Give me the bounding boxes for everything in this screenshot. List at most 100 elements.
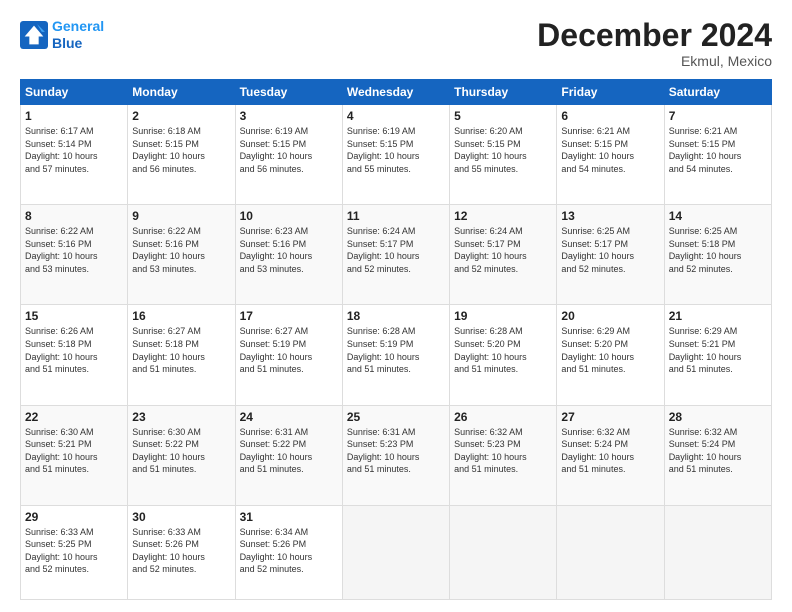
calendar-cell: 24 Sunrise: 6:31 AM Sunset: 5:22 PM Dayli…	[235, 405, 342, 505]
day-number: 4	[347, 109, 445, 123]
calendar-cell: 10 Sunrise: 6:23 AM Sunset: 5:16 PM Dayli…	[235, 205, 342, 305]
day-number: 18	[347, 309, 445, 323]
day-number: 15	[25, 309, 123, 323]
day-info: Sunrise: 6:24 AM Sunset: 5:17 PM Dayligh…	[454, 225, 552, 275]
day-info: Sunrise: 6:31 AM Sunset: 5:23 PM Dayligh…	[347, 426, 445, 476]
day-info: Sunrise: 6:25 AM Sunset: 5:18 PM Dayligh…	[669, 225, 767, 275]
day-number: 29	[25, 510, 123, 524]
day-info: Sunrise: 6:25 AM Sunset: 5:17 PM Dayligh…	[561, 225, 659, 275]
calendar-cell: 19Sunrise: 6:28 AM Sunset: 5:20 PM Dayli…	[450, 305, 557, 405]
day-info: Sunrise: 6:21 AM Sunset: 5:15 PM Dayligh…	[669, 125, 767, 175]
day-info: Sunrise: 6:33 AM Sunset: 5:25 PM Dayligh…	[25, 526, 123, 576]
day-number: 16	[132, 309, 230, 323]
logo-line2: Blue	[52, 35, 82, 51]
title-block: December 2024 Ekmul, Mexico	[537, 18, 772, 69]
calendar-cell: 5 Sunrise: 6:20 AM Sunset: 5:15 PM Daylig…	[450, 105, 557, 205]
calendar-cell: 6Sunrise: 6:21 AM Sunset: 5:15 PM Daylig…	[557, 105, 664, 205]
calendar-cell: 30Sunrise: 6:33 AM Sunset: 5:26 PM Dayli…	[128, 505, 235, 599]
day-number: 2	[132, 109, 230, 123]
day-info: Sunrise: 6:30 AM Sunset: 5:22 PM Dayligh…	[132, 426, 230, 476]
day-number: 12	[454, 209, 552, 223]
calendar-cell	[342, 505, 449, 599]
calendar-cell: 15 Sunrise: 6:26 AM Sunset: 5:18 PM Dayli…	[21, 305, 128, 405]
weekday-header-wednesday: Wednesday	[342, 80, 449, 105]
day-number: 3	[240, 109, 338, 123]
day-info: Sunrise: 6:23 AM Sunset: 5:16 PM Dayligh…	[240, 225, 338, 275]
day-info: Sunrise: 6:20 AM Sunset: 5:15 PM Dayligh…	[454, 125, 552, 175]
calendar-cell: 12 Sunrise: 6:24 AM Sunset: 5:17 PM Dayli…	[450, 205, 557, 305]
calendar-cell	[450, 505, 557, 599]
day-number: 23	[132, 410, 230, 424]
calendar-cell: 26 Sunrise: 6:32 AM Sunset: 5:23 PM Dayli…	[450, 405, 557, 505]
day-info: Sunrise: 6:27 AM Sunset: 5:19 PM Dayligh…	[240, 325, 338, 375]
day-number: 13	[561, 209, 659, 223]
day-number: 28	[669, 410, 767, 424]
day-info: Sunrise: 6:26 AM Sunset: 5:18 PM Dayligh…	[25, 325, 123, 375]
weekday-header-friday: Friday	[557, 80, 664, 105]
calendar-cell: 27Sunrise: 6:32 AM Sunset: 5:24 PM Dayli…	[557, 405, 664, 505]
calendar-week-1: 1 Sunrise: 6:17 AM Sunset: 5:14 PM Daylig…	[21, 105, 772, 205]
calendar-cell: 13 Sunrise: 6:25 AM Sunset: 5:17 PM Dayli…	[557, 205, 664, 305]
weekday-header-monday: Monday	[128, 80, 235, 105]
calendar-table: SundayMondayTuesdayWednesdayThursdayFrid…	[20, 79, 772, 600]
day-number: 11	[347, 209, 445, 223]
day-number: 25	[347, 410, 445, 424]
calendar-cell: 28 Sunrise: 6:32 AM Sunset: 5:24 PM Dayli…	[664, 405, 771, 505]
day-number: 26	[454, 410, 552, 424]
day-number: 31	[240, 510, 338, 524]
header: General Blue December 2024 Ekmul, Mexico	[20, 18, 772, 69]
calendar-cell: 18 Sunrise: 6:28 AM Sunset: 5:19 PM Dayli…	[342, 305, 449, 405]
calendar-week-2: 8Sunrise: 6:22 AM Sunset: 5:16 PM Daylig…	[21, 205, 772, 305]
day-info: Sunrise: 6:18 AM Sunset: 5:15 PM Dayligh…	[132, 125, 230, 175]
calendar-cell: 4 Sunrise: 6:19 AM Sunset: 5:15 PM Daylig…	[342, 105, 449, 205]
day-info: Sunrise: 6:21 AM Sunset: 5:15 PM Dayligh…	[561, 125, 659, 175]
day-info: Sunrise: 6:32 AM Sunset: 5:23 PM Dayligh…	[454, 426, 552, 476]
day-info: Sunrise: 6:19 AM Sunset: 5:15 PM Dayligh…	[347, 125, 445, 175]
month-title: December 2024	[537, 18, 772, 53]
logo-text: General Blue	[52, 18, 104, 52]
day-info: Sunrise: 6:17 AM Sunset: 5:14 PM Dayligh…	[25, 125, 123, 175]
calendar-week-4: 22 Sunrise: 6:30 AM Sunset: 5:21 PM Dayli…	[21, 405, 772, 505]
day-number: 21	[669, 309, 767, 323]
day-info: Sunrise: 6:34 AM Sunset: 5:26 PM Dayligh…	[240, 526, 338, 576]
calendar-cell: 23 Sunrise: 6:30 AM Sunset: 5:22 PM Dayli…	[128, 405, 235, 505]
location-subtitle: Ekmul, Mexico	[537, 53, 772, 69]
calendar-cell: 20Sunrise: 6:29 AM Sunset: 5:20 PM Dayli…	[557, 305, 664, 405]
calendar-cell: 17Sunrise: 6:27 AM Sunset: 5:19 PM Dayli…	[235, 305, 342, 405]
calendar-page: General Blue December 2024 Ekmul, Mexico…	[0, 0, 792, 612]
day-number: 24	[240, 410, 338, 424]
day-info: Sunrise: 6:31 AM Sunset: 5:22 PM Dayligh…	[240, 426, 338, 476]
day-info: Sunrise: 6:32 AM Sunset: 5:24 PM Dayligh…	[669, 426, 767, 476]
calendar-cell: 22 Sunrise: 6:30 AM Sunset: 5:21 PM Dayli…	[21, 405, 128, 505]
day-info: Sunrise: 6:28 AM Sunset: 5:19 PM Dayligh…	[347, 325, 445, 375]
day-number: 1	[25, 109, 123, 123]
calendar-cell: 2 Sunrise: 6:18 AM Sunset: 5:15 PM Daylig…	[128, 105, 235, 205]
calendar-cell: 9 Sunrise: 6:22 AM Sunset: 5:16 PM Daylig…	[128, 205, 235, 305]
calendar-cell: 25 Sunrise: 6:31 AM Sunset: 5:23 PM Dayli…	[342, 405, 449, 505]
calendar-cell: 14Sunrise: 6:25 AM Sunset: 5:18 PM Dayli…	[664, 205, 771, 305]
day-number: 5	[454, 109, 552, 123]
calendar-cell: 8Sunrise: 6:22 AM Sunset: 5:16 PM Daylig…	[21, 205, 128, 305]
day-info: Sunrise: 6:22 AM Sunset: 5:16 PM Dayligh…	[25, 225, 123, 275]
day-info: Sunrise: 6:29 AM Sunset: 5:21 PM Dayligh…	[669, 325, 767, 375]
day-info: Sunrise: 6:22 AM Sunset: 5:16 PM Dayligh…	[132, 225, 230, 275]
day-number: 9	[132, 209, 230, 223]
weekday-header-row: SundayMondayTuesdayWednesdayThursdayFrid…	[21, 80, 772, 105]
calendar-cell: 16Sunrise: 6:27 AM Sunset: 5:18 PM Dayli…	[128, 305, 235, 405]
day-number: 10	[240, 209, 338, 223]
weekday-header-saturday: Saturday	[664, 80, 771, 105]
day-number: 22	[25, 410, 123, 424]
day-info: Sunrise: 6:24 AM Sunset: 5:17 PM Dayligh…	[347, 225, 445, 275]
calendar-cell: 3 Sunrise: 6:19 AM Sunset: 5:15 PM Daylig…	[235, 105, 342, 205]
calendar-week-3: 15 Sunrise: 6:26 AM Sunset: 5:18 PM Dayli…	[21, 305, 772, 405]
calendar-cell: 21 Sunrise: 6:29 AM Sunset: 5:21 PM Dayli…	[664, 305, 771, 405]
day-number: 30	[132, 510, 230, 524]
calendar-cell: 7Sunrise: 6:21 AM Sunset: 5:15 PM Daylig…	[664, 105, 771, 205]
weekday-header-sunday: Sunday	[21, 80, 128, 105]
day-info: Sunrise: 6:30 AM Sunset: 5:21 PM Dayligh…	[25, 426, 123, 476]
calendar-cell	[664, 505, 771, 599]
day-info: Sunrise: 6:19 AM Sunset: 5:15 PM Dayligh…	[240, 125, 338, 175]
weekday-header-tuesday: Tuesday	[235, 80, 342, 105]
day-number: 20	[561, 309, 659, 323]
day-number: 19	[454, 309, 552, 323]
